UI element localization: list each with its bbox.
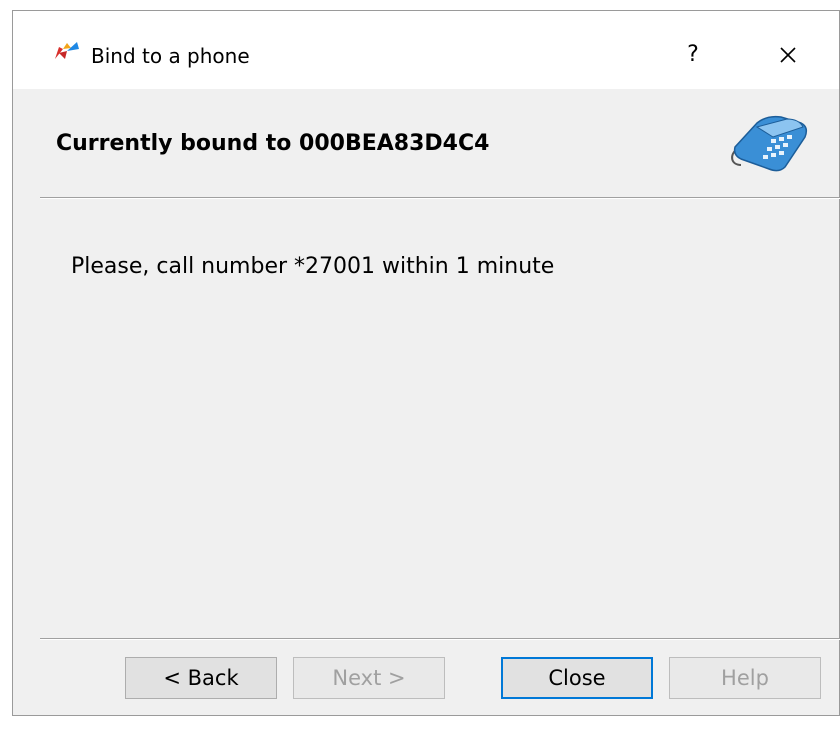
- context-help-button[interactable]: ?: [678, 39, 708, 71]
- close-button[interactable]: Close: [501, 657, 653, 699]
- back-button[interactable]: < Back: [125, 657, 277, 699]
- telephone-icon: [731, 115, 808, 172]
- window-title: Bind to a phone: [91, 44, 250, 68]
- app-logo-icon: [55, 42, 79, 59]
- next-button[interactable]: Next >: [293, 657, 445, 699]
- header-divider: [40, 197, 840, 199]
- instruction-message: Please, call number *27001 within 1 minu…: [71, 254, 555, 279]
- header-title: Currently bound to 000BEA83D4C4: [56, 131, 490, 156]
- wizard-header: Currently bound to 000BEA83D4C4: [13, 89, 839, 197]
- help-button[interactable]: Help: [669, 657, 821, 699]
- title-bar[interactable]: Bind to a phone ?: [13, 11, 839, 89]
- close-icon[interactable]: [768, 37, 808, 73]
- footer-divider: [40, 638, 840, 640]
- bind-phone-dialog: Bind to a phone ? Currently bound to 000…: [12, 10, 840, 716]
